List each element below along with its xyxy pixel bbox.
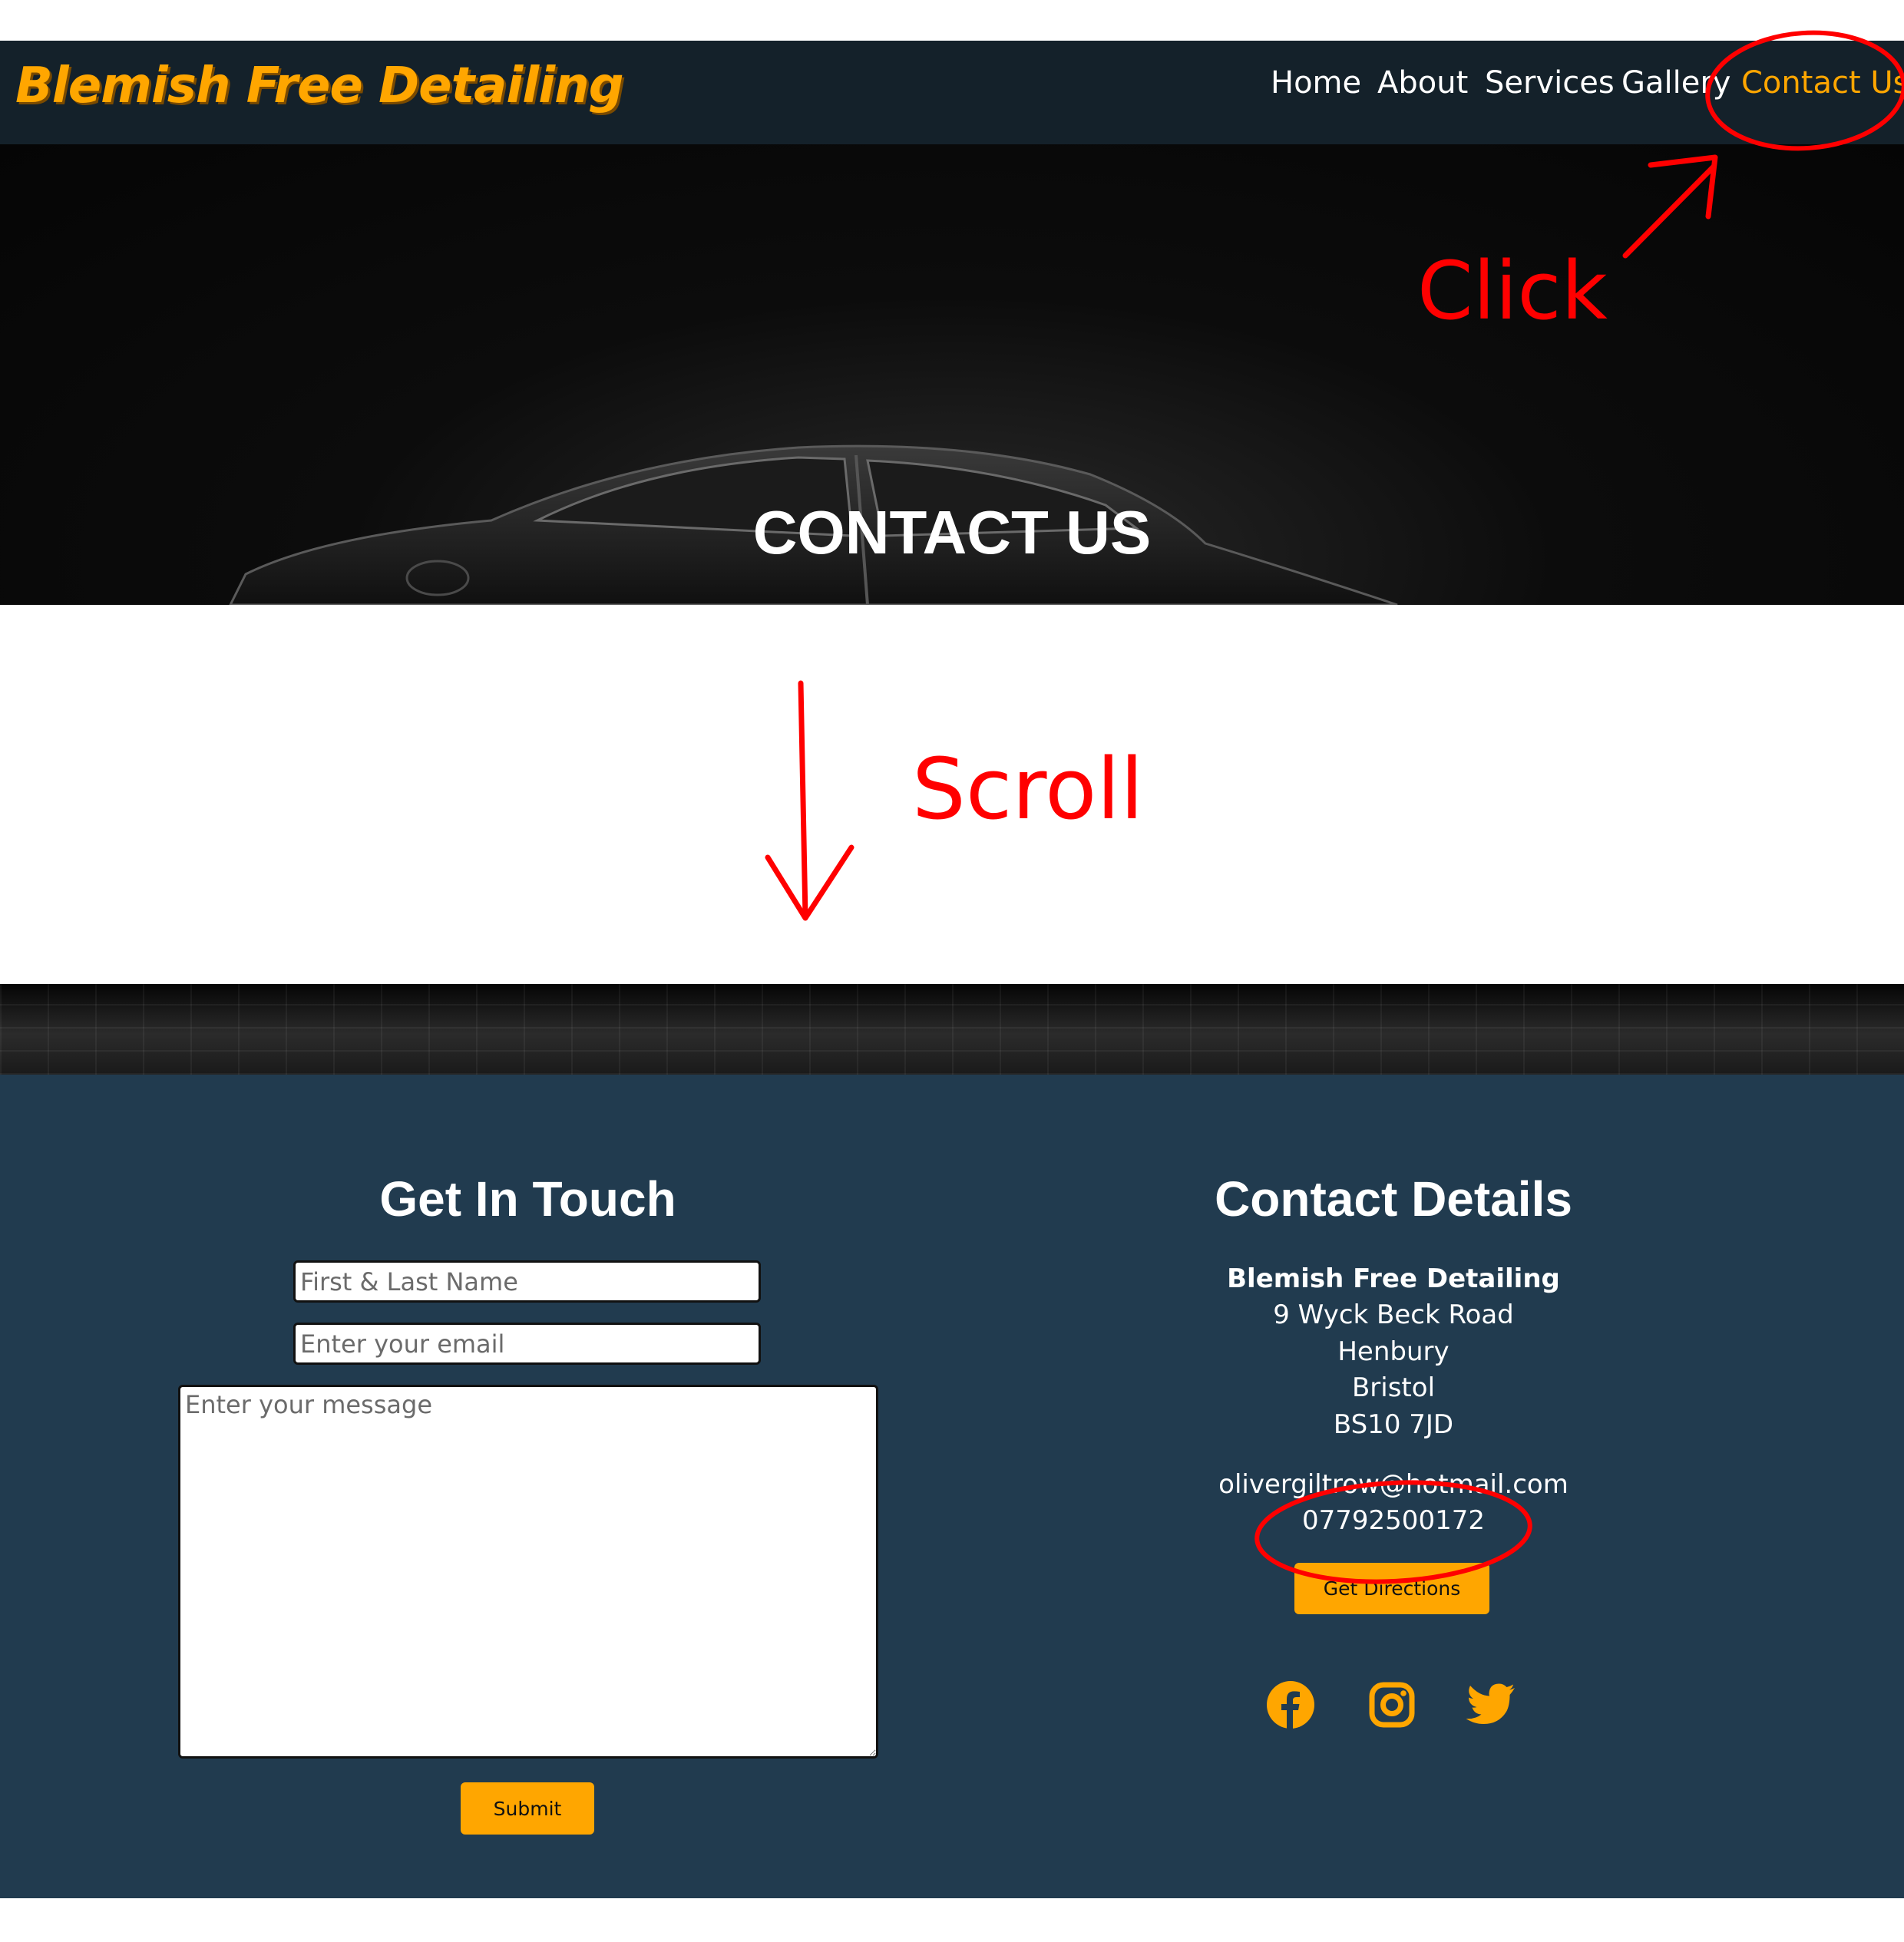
- page-gap: [0, 605, 1904, 984]
- navbar: Blemish Free Detailing Home About Servic…: [0, 41, 1904, 144]
- hero-banner: CONTACT US: [0, 144, 1904, 605]
- instagram-icon[interactable]: [1368, 1681, 1416, 1729]
- business-name: Blemish Free Detailing: [1227, 1263, 1560, 1294]
- contact-section: Get In Touch Submit Contact Details Blem…: [0, 1075, 1904, 1898]
- facebook-icon[interactable]: [1265, 1679, 1316, 1730]
- contact-details-heading: Contact Details: [1215, 1171, 1572, 1227]
- get-in-touch-heading: Get In Touch: [379, 1171, 676, 1227]
- cobblestone-background: [0, 984, 1904, 1075]
- email-field[interactable]: [293, 1323, 761, 1365]
- nav-about[interactable]: About: [1377, 65, 1468, 101]
- submit-button[interactable]: Submit: [461, 1782, 594, 1835]
- hero-title: CONTACT US: [752, 498, 1152, 566]
- address-line: 9 Wyck Beck Road: [1273, 1300, 1514, 1330]
- get-directions-button[interactable]: Get Directions: [1294, 1563, 1489, 1614]
- brand-logo[interactable]: Blemish Free Detailing: [15, 58, 624, 114]
- twitter-icon[interactable]: [1465, 1683, 1516, 1726]
- name-field[interactable]: [293, 1260, 761, 1303]
- nav-contact-us[interactable]: Contact Us: [1741, 65, 1904, 101]
- nav-services[interactable]: Services: [1485, 65, 1615, 101]
- message-field[interactable]: [178, 1385, 878, 1759]
- nav-home[interactable]: Home: [1271, 65, 1361, 101]
- phone-link[interactable]: 07792500172: [1106, 1505, 1681, 1536]
- address-line: BS10 7JD: [1333, 1409, 1454, 1440]
- nav-gallery[interactable]: Gallery: [1621, 65, 1730, 101]
- address-line: Henbury: [1337, 1336, 1449, 1367]
- email-link[interactable]: olivergiltrow@hotmail.com: [1106, 1469, 1681, 1500]
- address-line: Bristol: [1351, 1372, 1436, 1403]
